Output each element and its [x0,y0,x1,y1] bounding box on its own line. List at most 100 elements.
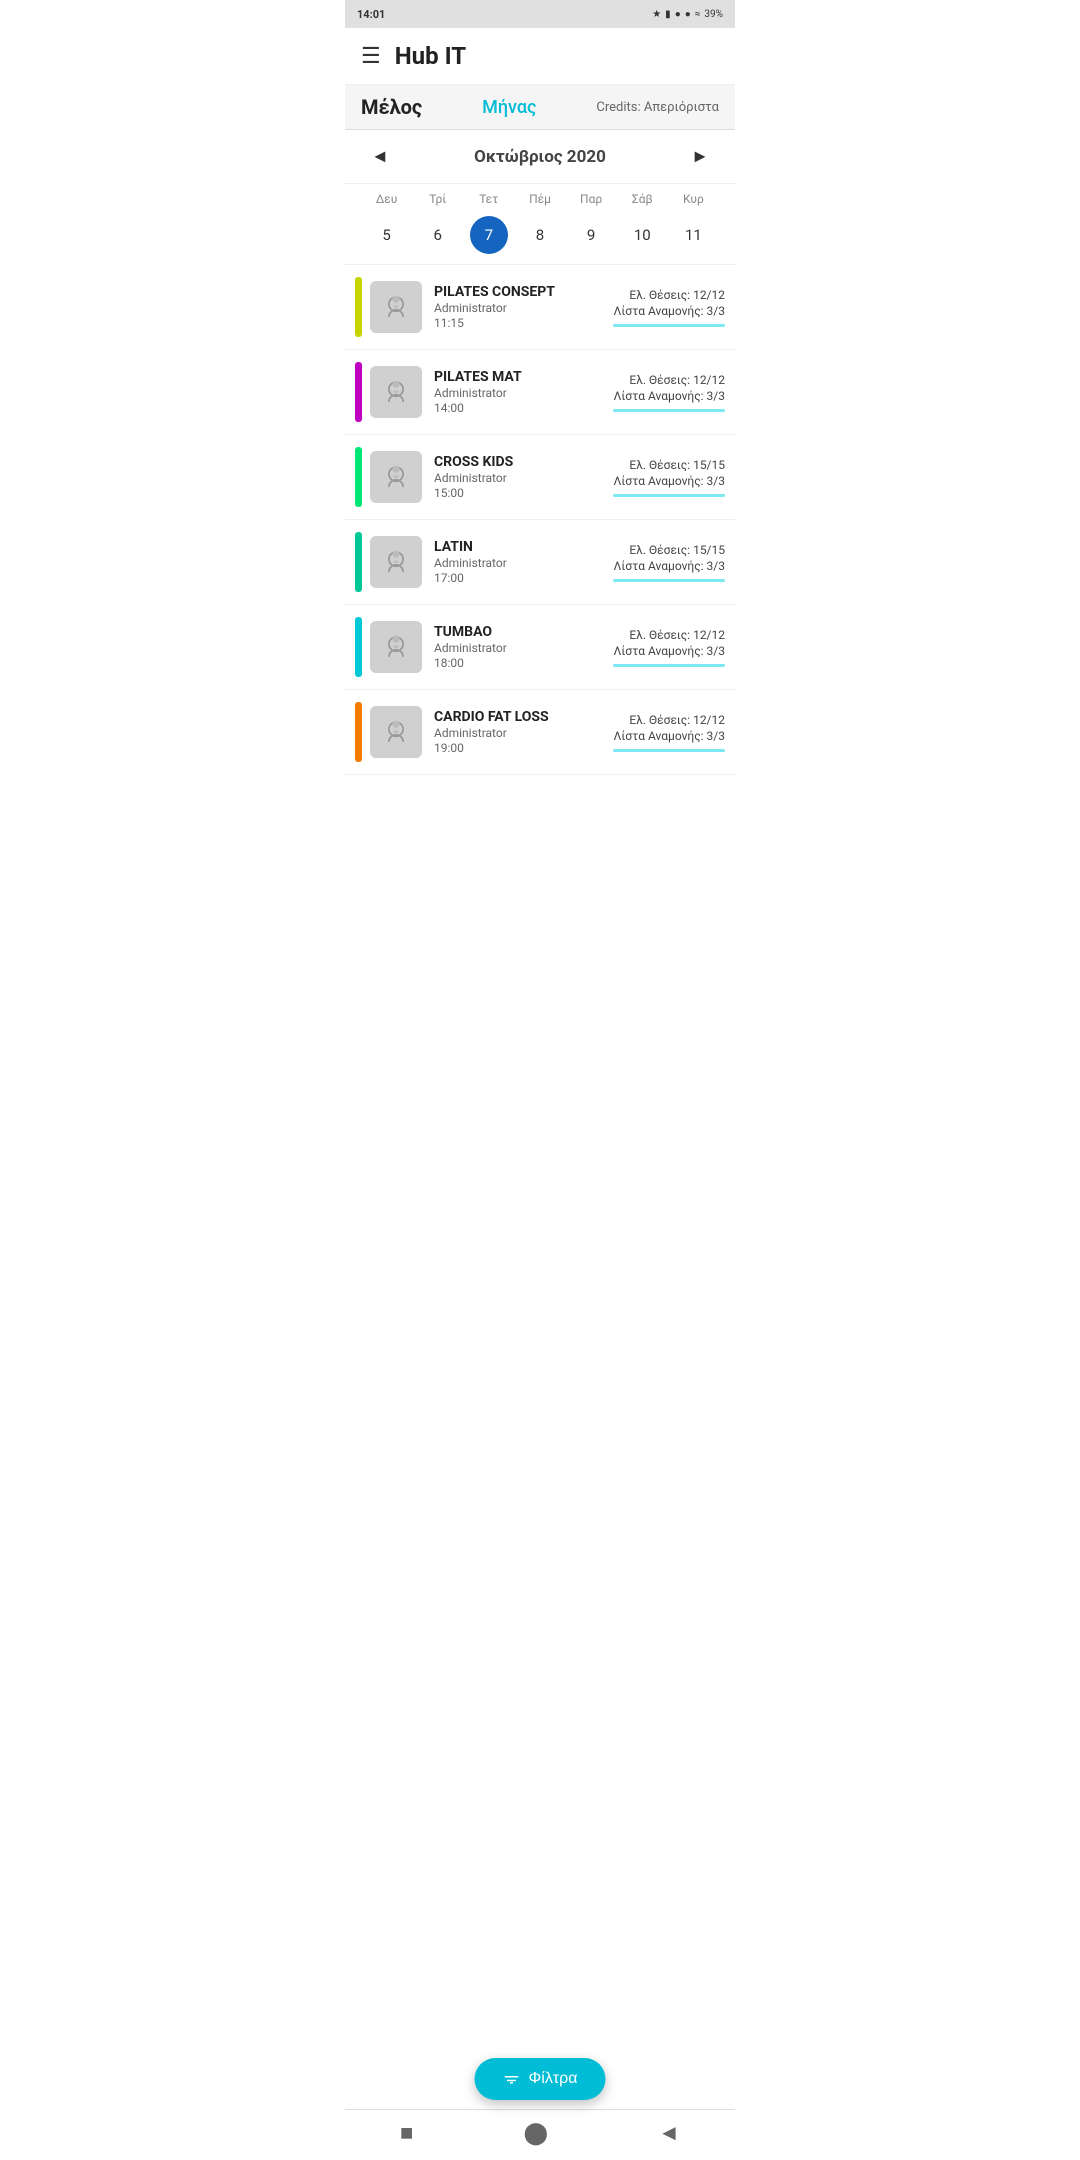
credits-label: Credits: Απεριόριστα [596,100,719,115]
class-color-bar [355,362,362,422]
day-cell-wrapper: 8 [514,216,565,254]
day-cell-wrapper: 11 [668,216,719,254]
class-admin: Administrator [434,726,613,740]
filter-icon [503,2070,521,2088]
class-name: TUMBAO [434,624,613,640]
class-color-bar [355,277,362,337]
class-icon [370,536,422,588]
slots-available: Ελ. Θέσεις: 12/12 [613,628,725,642]
day-cell-wrapper: 7 [463,216,514,254]
day-headers: ΔευΤρίΤετΠέμΠαρΣάβΚυρ [361,190,719,208]
class-time: 11:15 [434,316,613,330]
calendar-nav: ◄ Οκτώβριος 2020 ► [345,130,735,184]
slots-available: Ελ. Θέσεις: 12/12 [613,288,725,302]
day-cell[interactable]: 9 [587,220,595,250]
class-info: TUMBAOAdministrator18:00 [434,624,613,670]
slots-waiting: Λίστα Αναμονής: 3/3 [613,559,725,573]
day-cell[interactable]: 11 [685,220,702,250]
filter-label: Φίλτρα [529,2070,578,2088]
class-slots: Ελ. Θέσεις: 12/12Λίστα Αναμονής: 3/3 [613,373,725,412]
class-color-bar [355,617,362,677]
class-admin: Administrator [434,556,613,570]
slots-available: Ελ. Θέσεις: 12/12 [613,713,725,727]
class-slots: Ελ. Θέσεις: 15/15 Λίστα Αναμονής: 3/3 [613,543,725,582]
class-slots: Ελ. Θέσεις: 12/12Λίστα Αναμονής: 3/3 [613,288,725,327]
class-slots: Ελ. Θέσεις: 12/12 Λίστα Αναμονής: 3/3 [613,628,725,667]
sub-header: Μέλος Μήνας Credits: Απεριόριστα [345,85,735,130]
day-header: Κυρ [668,190,719,208]
stop-button[interactable]: ■ [400,2120,413,2146]
day-cell[interactable]: 7 [470,216,508,254]
slots-waiting: Λίστα Αναμονής: 3/3 [613,474,725,488]
day-cell[interactable]: 8 [536,220,544,250]
app-title: Hub IT [395,42,466,70]
day-cell-wrapper: 5 [361,216,412,254]
fitness-icon [379,375,413,409]
day-cell-wrapper: 10 [617,216,668,254]
day-cell[interactable]: 6 [433,220,441,250]
member-label: Μέλος [361,95,422,119]
class-info: CARDIO FAT LOSSAdministrator19:00 [434,709,613,755]
status-icons: ★ ▮ ● ● ≈ 39% [652,9,723,20]
top-bar: ☰ Hub IT [345,28,735,85]
class-item[interactable]: PILATES CONSEPTAdministrator11:15Ελ. Θέσ… [345,265,735,350]
class-name: LATIN [434,539,613,555]
fitness-icon [379,630,413,664]
bluetooth-icon: ★ [652,9,661,20]
class-admin: Administrator [434,386,613,400]
class-time: 14:00 [434,401,613,415]
calendar-grid: ΔευΤρίΤετΠέμΠαρΣάβΚυρ 5 678 9 10 11 [345,184,735,265]
slots-waiting: Λίστα Αναμονής: 3/3 [613,389,725,403]
next-month-button[interactable]: ► [681,142,719,171]
status-bar: 14:01 ★ ▮ ● ● ≈ 39% [345,0,735,28]
slots-available: Ελ. Θέσεις: 15/15 [613,543,725,557]
class-icon [370,706,422,758]
wifi-icon: ≈ [695,9,701,20]
class-item[interactable]: CARDIO FAT LOSSAdministrator19:00Ελ. Θέσ… [345,690,735,775]
class-icon [370,621,422,673]
progress-bar [613,324,725,327]
alarm-icon: ● [675,9,681,20]
day-header: Πέμ [514,190,565,208]
fitness-icon [379,460,413,494]
class-time: 19:00 [434,741,613,755]
progress-bar [613,409,725,412]
class-color-bar [355,702,362,762]
class-name: CROSS KIDS [434,454,613,470]
class-info: LATINAdministrator17:00 [434,539,613,585]
class-item[interactable]: LATINAdministrator17:00Ελ. Θέσεις: 15/15… [345,520,735,605]
slots-available: Ελ. Θέσεις: 15/15 [613,458,725,472]
prev-month-button[interactable]: ◄ [361,142,399,171]
class-color-bar [355,532,362,592]
day-cell[interactable]: 5 [382,220,390,250]
class-admin: Administrator [434,301,613,315]
slots-waiting: Λίστα Αναμονής: 3/3 [613,644,725,658]
day-header: Δευ [361,190,412,208]
filter-button[interactable]: Φίλτρα [475,2058,606,2100]
class-item[interactable]: CROSS KIDSAdministrator15:00Ελ. Θέσεις: … [345,435,735,520]
class-slots: Ελ. Θέσεις: 12/12Λίστα Αναμονής: 3/3 [613,713,725,752]
class-icon [370,366,422,418]
class-time: 17:00 [434,571,613,585]
progress-bar [613,749,725,752]
class-color-bar [355,447,362,507]
day-cell-wrapper: 6 [412,216,463,254]
progress-bar [613,664,725,667]
class-item[interactable]: TUMBAOAdministrator18:00Ελ. Θέσεις: 12/1… [345,605,735,690]
fitness-icon [379,545,413,579]
day-cell[interactable]: 10 [634,220,651,250]
month-tab[interactable]: Μήνας [482,97,536,118]
month-title: Οκτώβριος 2020 [474,147,606,167]
battery-icon: ▮ [665,9,671,20]
class-item[interactable]: PILATES MATAdministrator14:00Ελ. Θέσεις:… [345,350,735,435]
class-name: PILATES MAT [434,369,613,385]
day-cells: 5 678 9 10 11 [361,216,719,254]
class-icon [370,451,422,503]
fitness-icon [379,715,413,749]
back-button[interactable]: ◄ [658,2120,680,2146]
home-button[interactable]: ⬤ [523,2121,548,2146]
menu-button[interactable]: ☰ [361,44,381,69]
class-time: 18:00 [434,656,613,670]
class-name: CARDIO FAT LOSS [434,709,613,725]
class-name: PILATES CONSEPT [434,284,613,300]
